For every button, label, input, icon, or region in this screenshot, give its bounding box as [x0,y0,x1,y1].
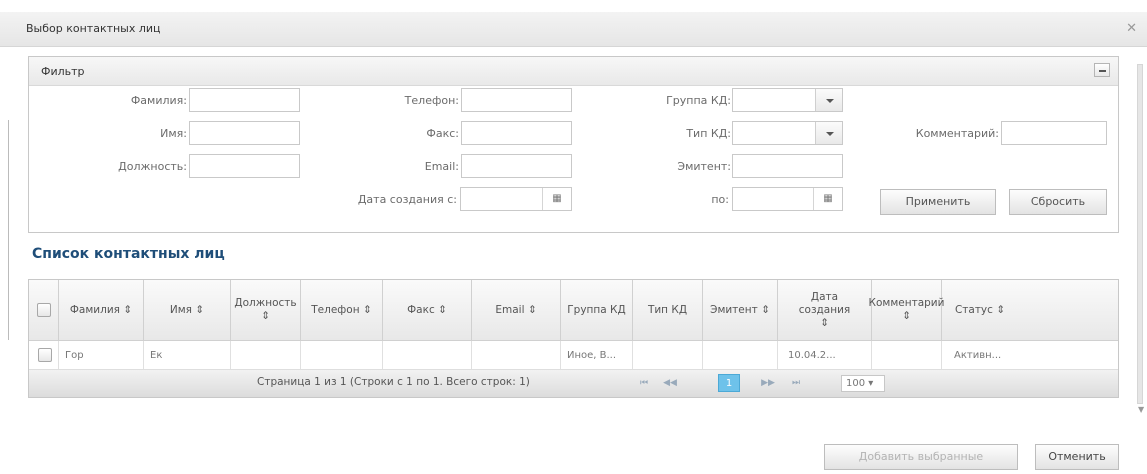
row-select-cell [29,341,59,369]
table-cell [633,341,703,369]
dialog-title-bar: Выбор контактных лиц ✕ [0,12,1147,47]
calendar-icon[interactable]: ▦ [542,188,571,210]
pagination-bar: Страница 1 из 1 (Строки с 1 по 1. Всего … [29,370,1118,397]
table-cell: Иное, В... [561,341,633,369]
column-header[interactable]: Email ⇕ [472,280,561,340]
first-page-icon[interactable]: ⏮ [633,375,655,391]
table-cell [703,341,778,369]
apply-button[interactable]: Применить [880,189,996,215]
chevron-down-icon[interactable] [815,89,842,111]
prev-page-icon[interactable]: ◀◀ [659,375,681,391]
type-label: Тип КД: [686,127,731,140]
table-cell [383,341,472,369]
fax-label: Факс: [426,127,459,140]
last-page-icon[interactable]: ⏭ [785,375,807,391]
column-header[interactable]: Дата создания ⇕ [778,280,872,340]
row-checkbox[interactable] [38,348,52,362]
phone-label: Телефон: [404,94,459,107]
position-input[interactable] [189,154,300,178]
table-header: Фамилия ⇕ Имя ⇕ Должность ⇕ Телефон ⇕ Фа… [29,280,1118,341]
comment-label: Комментарий: [915,127,999,140]
table-cell [872,341,942,369]
group-select[interactable] [732,88,843,112]
next-page-icon[interactable]: ▶▶ [757,375,779,391]
scroll-down-icon[interactable]: ▼ [1138,405,1144,414]
cancel-button[interactable]: Отменить [1035,444,1119,470]
created-from-input[interactable]: ▦ [460,187,572,211]
table-cell [472,341,561,369]
column-header[interactable]: Факс ⇕ [383,280,472,340]
table-cell [301,341,383,369]
phone-input[interactable] [461,88,572,112]
email-label: Email: [424,160,459,173]
table-cell: Активн... [954,349,1002,361]
table-cell: Ек [144,341,231,369]
select-all-cell [29,280,59,340]
close-icon[interactable]: ✕ [1126,21,1137,36]
contact-select-dialog: Выбор контактных лиц ✕ Фильтр Фамилия: И… [0,0,1147,474]
filter-header: Фильтр [29,57,1118,86]
chevron-down-icon[interactable] [815,122,842,144]
table-cell: Гор [59,341,144,369]
column-header[interactable]: Должность ⇕ [231,280,301,340]
filter-panel: Фильтр Фамилия: Имя: Должность: Телефон:… [28,56,1119,233]
surname-label: Фамилия: [130,94,187,107]
created-to-label: по: [711,193,729,206]
pagination-info: Страница 1 из 1 (Строки с 1 по 1. Всего … [257,376,530,388]
select-all-checkbox[interactable] [36,303,51,317]
page-size-select[interactable]: 100 ▾ [841,375,885,392]
created-to-input[interactable]: ▦ [732,187,843,211]
minus-icon[interactable] [1094,63,1110,77]
scrollbar[interactable] [1136,56,1144,416]
contacts-table: Фамилия ⇕ Имя ⇕ Должность ⇕ Телефон ⇕ Фа… [28,279,1119,398]
column-header[interactable]: Статус ⇕ [942,280,1018,340]
dialog-title: Выбор контактных лиц [26,22,161,35]
column-header: Тип КД [633,280,703,340]
fax-input[interactable] [461,121,572,145]
position-label: Должность: [118,160,187,173]
table-row[interactable]: Гор Ек Иное, В... 10.04.2... Активн... [29,341,1118,370]
left-divider [8,120,9,340]
table-cell: 10.04.2... [778,341,872,369]
created-from-label: Дата создания с: [357,193,457,206]
list-title: Список контактных лиц [32,246,225,262]
column-header[interactable]: Фамилия ⇕ [59,280,144,340]
group-label: Группа КД: [666,94,731,107]
column-header[interactable]: Эмитент ⇕ [703,280,778,340]
email-input[interactable] [461,154,572,178]
column-header[interactable]: Комментарий ⇕ [869,280,944,340]
filter-title: Фильтр [41,65,85,78]
type-select[interactable] [732,121,843,145]
column-header[interactable]: Имя ⇕ [144,280,231,340]
calendar-icon[interactable]: ▦ [813,188,842,210]
add-selected-button[interactable]: Добавить выбранные [824,444,1018,470]
surname-input[interactable] [189,88,300,112]
column-header: Группа КД [561,280,633,340]
issuer-input[interactable] [732,154,843,178]
issuer-label: Эмитент: [677,160,731,173]
table-cell [231,341,301,369]
current-page-number[interactable]: 1 [718,374,740,392]
comment-input[interactable] [1001,121,1107,145]
scrollbar-thumb[interactable] [1137,64,1143,404]
name-label: Имя: [160,127,187,140]
column-header[interactable]: Телефон ⇕ [301,280,383,340]
name-input[interactable] [189,121,300,145]
reset-button[interactable]: Сбросить [1009,189,1107,215]
